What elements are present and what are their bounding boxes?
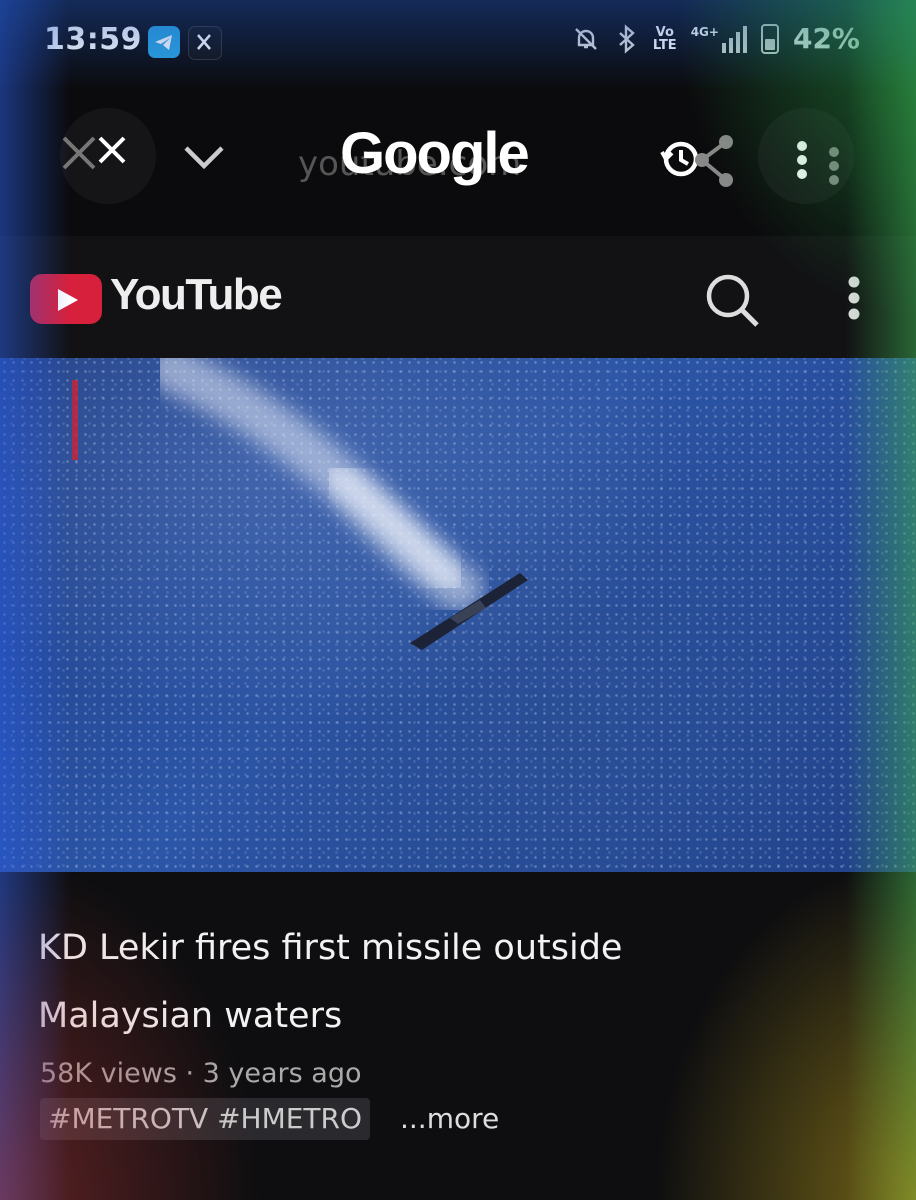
- overlay-marker: [72, 380, 78, 460]
- chevron-down-icon: [184, 146, 224, 170]
- browser-toolbar: youtube.com Google: [0, 100, 916, 230]
- battery-percent: 42%: [792, 22, 860, 55]
- google-logo: Google: [340, 121, 530, 186]
- close-button[interactable]: [60, 108, 156, 204]
- telegram-icon: [148, 26, 180, 58]
- x-app-icon: [188, 26, 222, 60]
- youtube-header: YouTube: [0, 236, 916, 358]
- status-bar: 13:59 Vo LTE 4G+ 42%: [0, 0, 916, 90]
- video-title-line1[interactable]: KD Lekir fires first missile outside: [38, 928, 622, 968]
- video-info-panel: KD Lekir fires first missile outside Mal…: [0, 872, 916, 1200]
- video-player[interactable]: [0, 358, 916, 872]
- more-vert-icon: [797, 141, 839, 185]
- bluetooth-icon: [618, 23, 635, 54]
- signal-icon: 4G+: [691, 25, 747, 53]
- search-icon: [706, 274, 759, 327]
- ship-silhouette: [410, 573, 528, 650]
- youtube-menu-button[interactable]: [836, 274, 872, 328]
- video-title-line2[interactable]: Malaysian waters: [38, 996, 342, 1036]
- more-vert-icon: [848, 276, 860, 320]
- youtube-wordmark: YouTube: [110, 270, 283, 319]
- video-meta: 58K views · 3 years ago: [40, 1058, 362, 1089]
- volte-indicator: Vo LTE: [652, 24, 677, 53]
- history-button[interactable]: [656, 132, 742, 196]
- mute-bell-icon: [574, 27, 597, 50]
- close-icon: [62, 136, 126, 170]
- history-icon: [660, 135, 733, 187]
- search-button[interactable]: [702, 270, 762, 334]
- more-link[interactable]: ...more: [400, 1102, 499, 1135]
- battery-icon: [760, 23, 779, 54]
- clock: 13:59: [44, 22, 142, 57]
- youtube-logo-icon[interactable]: [30, 274, 102, 324]
- collapse-button[interactable]: [178, 130, 230, 186]
- status-icons: Vo LTE 4G+ 42%: [571, 22, 860, 55]
- browser-menu-button[interactable]: [758, 108, 854, 204]
- hashtags[interactable]: #METROTV #HMETRO: [40, 1098, 371, 1140]
